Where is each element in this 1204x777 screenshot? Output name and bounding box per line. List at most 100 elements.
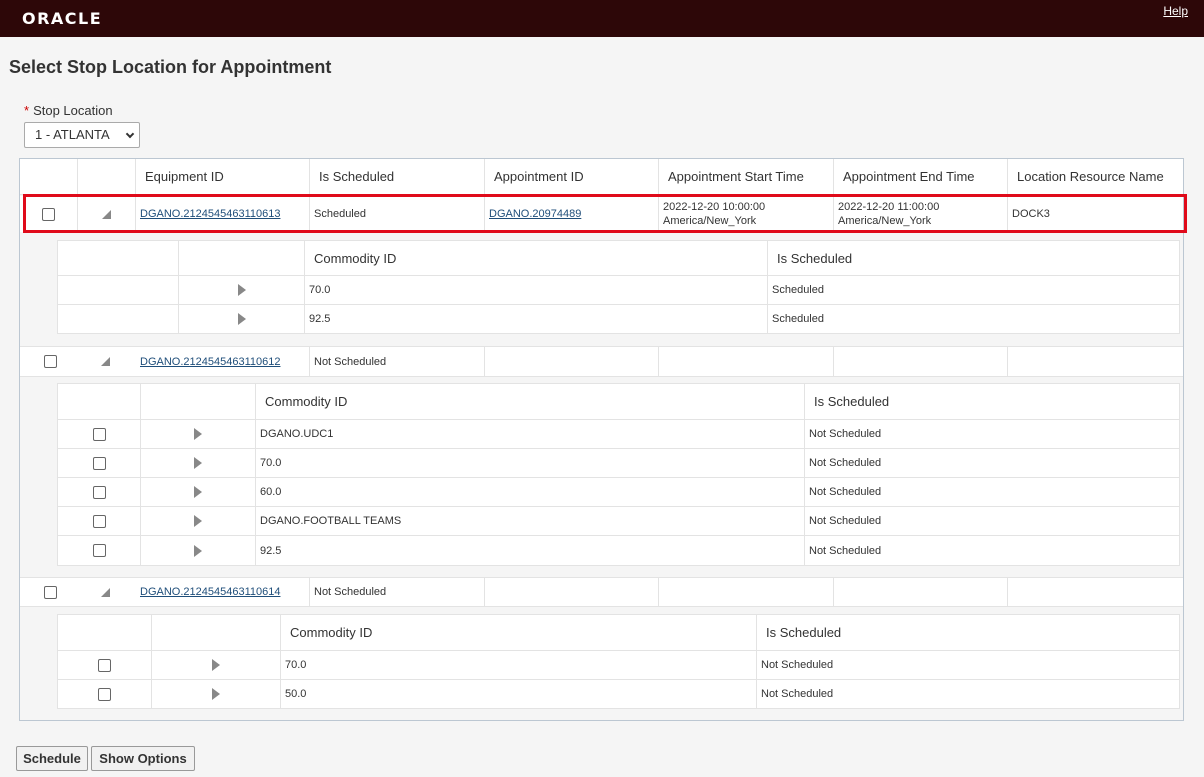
expand-icon[interactable]: [194, 457, 202, 469]
row-checkbox[interactable]: [44, 355, 57, 368]
detail-checkbox[interactable]: [92, 514, 106, 528]
collapse-icon[interactable]: [101, 587, 110, 597]
is-scheduled-cell: Scheduled: [310, 196, 485, 232]
detail-table: Commodity ID Is Scheduled 70.0 Not Sched…: [57, 614, 1180, 709]
header-select-col: [20, 159, 78, 194]
appointment-id-cell: [485, 347, 659, 376]
detail-checkbox[interactable]: [92, 544, 106, 557]
start-tz: America/New_York: [663, 215, 757, 227]
end-date: 2022-12-20 11:00:00: [838, 201, 940, 213]
detail-checkbox[interactable]: [98, 687, 111, 701]
detail-scheduled-cell: Not Scheduled: [761, 688, 834, 700]
detail-expand-cell: [141, 536, 256, 565]
expand-icon[interactable]: [212, 688, 220, 700]
row-checkbox[interactable]: [42, 207, 55, 221]
detail-scheduled-cell: Not Scheduled: [809, 544, 882, 557]
detail-checkbox[interactable]: [92, 485, 106, 499]
detail-scheduled-cell: Not Scheduled: [805, 478, 1179, 507]
detail-header-blank: [152, 615, 281, 651]
expand-icon[interactable]: [212, 659, 220, 671]
row-expand-cell: [78, 196, 136, 232]
commodity-cell: DGANO.UDC1: [256, 420, 805, 449]
resource-cell: [1008, 578, 1183, 606]
equipment-id-link[interactable]: DGANO.2124545463110612: [140, 356, 280, 368]
required-marker: *: [24, 103, 30, 118]
resource-cell: [1008, 347, 1183, 376]
detail-select-cell: [58, 420, 141, 449]
collapse-icon[interactable]: [101, 357, 110, 366]
detail-header-commodity: Commodity ID: [305, 241, 768, 276]
top-bar: ORACLE Help: [0, 0, 1204, 37]
detail-checkbox[interactable]: [92, 427, 106, 441]
detail-header-blank: [58, 241, 179, 276]
is-scheduled-cell: Not Scheduled: [310, 347, 485, 376]
expand-icon[interactable]: [237, 284, 246, 296]
start-time-cell: 2022-12-20 10:00:00 America/New_York: [659, 196, 834, 232]
detail-scheduled-cell: Not Scheduled: [805, 507, 1179, 536]
detail-header-is-scheduled: Is Scheduled: [768, 241, 1179, 276]
detail-scheduled-cell: Not Scheduled: [805, 449, 1179, 478]
detail-expand-cell: [141, 507, 256, 536]
commodity-cell: 60.0: [256, 478, 805, 507]
stop-location-label: * Stop Location: [24, 103, 113, 118]
expand-icon[interactable]: [194, 428, 202, 440]
equipment-id-cell: DGANO.2124545463110612: [136, 347, 310, 376]
row-checkbox[interactable]: [44, 585, 57, 599]
detail-expand-cell: [141, 420, 256, 449]
detail-header-blank: [58, 615, 152, 651]
expand-icon[interactable]: [237, 313, 246, 325]
show-options-button[interactable]: Show Options: [91, 746, 195, 771]
expand-icon[interactable]: [194, 544, 202, 557]
detail-table: Commodity ID Is Scheduled 70.0 Scheduled…: [57, 240, 1180, 334]
header-appointment-id: Appointment ID: [485, 159, 659, 194]
detail-checkbox[interactable]: [98, 658, 111, 672]
commodity-cell: 70.0: [305, 276, 768, 305]
table-header-row: Equipment ID Is Scheduled Appointment ID…: [20, 159, 1183, 195]
row-select-cell: [20, 347, 136, 376]
detail-header-is-scheduled: Is Scheduled: [805, 384, 1179, 420]
end-time-cell: 2022-12-20 11:00:00 America/New_York: [834, 196, 1008, 232]
commodity-cell: 92.5: [305, 305, 768, 333]
help-link[interactable]: Help: [1163, 4, 1188, 18]
detail-header-commodity: Commodity ID: [281, 615, 757, 651]
detail-scheduled-cell: Not Scheduled: [757, 651, 1179, 680]
table-row[interactable]: DGANO.2124545463110614 Not Scheduled: [20, 577, 1183, 607]
collapse-icon[interactable]: [102, 209, 111, 219]
detail-table: Commodity ID Is Scheduled DGANO.UDC1 Not…: [57, 383, 1180, 566]
stop-location-value: 1 - ATLANTA: [35, 127, 110, 142]
detail-select-cell: [58, 536, 141, 565]
stop-location-select[interactable]: 1 - ATLANTA: [24, 122, 140, 148]
schedule-button[interactable]: Schedule: [16, 746, 88, 771]
appointment-id-cell: [485, 578, 659, 606]
end-tz: America/New_York: [838, 215, 932, 227]
detail-expand-cell: [152, 651, 281, 680]
detail-expand-cell: [179, 276, 305, 305]
expand-icon[interactable]: [194, 486, 202, 498]
detail-scheduled-cell: Not Scheduled: [805, 420, 1179, 449]
page-title: Select Stop Location for Appointment: [9, 57, 332, 77]
equipment-id-link[interactable]: DGANO.2124545463110613: [140, 208, 280, 220]
start-time-cell: [659, 578, 834, 606]
commodity-cell: 92.5: [256, 536, 805, 565]
detail-header-blank: [141, 384, 256, 420]
end-time-cell: [834, 578, 1008, 606]
detail-blank: [58, 276, 179, 305]
detail-header-commodity: Commodity ID: [256, 384, 805, 420]
commodity-cell: 50.0: [281, 680, 757, 708]
table-row[interactable]: DGANO.2124545463110613 Scheduled DGANO.2…: [20, 196, 1183, 232]
expand-icon[interactable]: [194, 515, 202, 527]
detail-blank: [58, 305, 179, 333]
detail-expand-cell: [141, 478, 256, 507]
equipment-id-cell: DGANO.2124545463110613: [136, 196, 310, 232]
detail-select-cell: [58, 680, 152, 708]
commodity-cell: DGANO.FOOTBALL TEAMS: [256, 507, 805, 536]
equipment-id-link[interactable]: DGANO.2124545463110614: [140, 586, 280, 598]
appointment-id-link[interactable]: DGANO.20974489: [489, 208, 581, 220]
chevron-down-icon: [125, 129, 135, 139]
detail-select-cell: [58, 449, 141, 478]
header-appointment-start: Appointment Start Time: [659, 159, 834, 194]
detail-checkbox[interactable]: [92, 456, 106, 470]
detail-scheduled-cell: Scheduled: [772, 313, 824, 325]
table-row[interactable]: DGANO.2124545463110612 Not Scheduled: [20, 346, 1183, 377]
header-equipment-id: Equipment ID: [136, 159, 310, 194]
